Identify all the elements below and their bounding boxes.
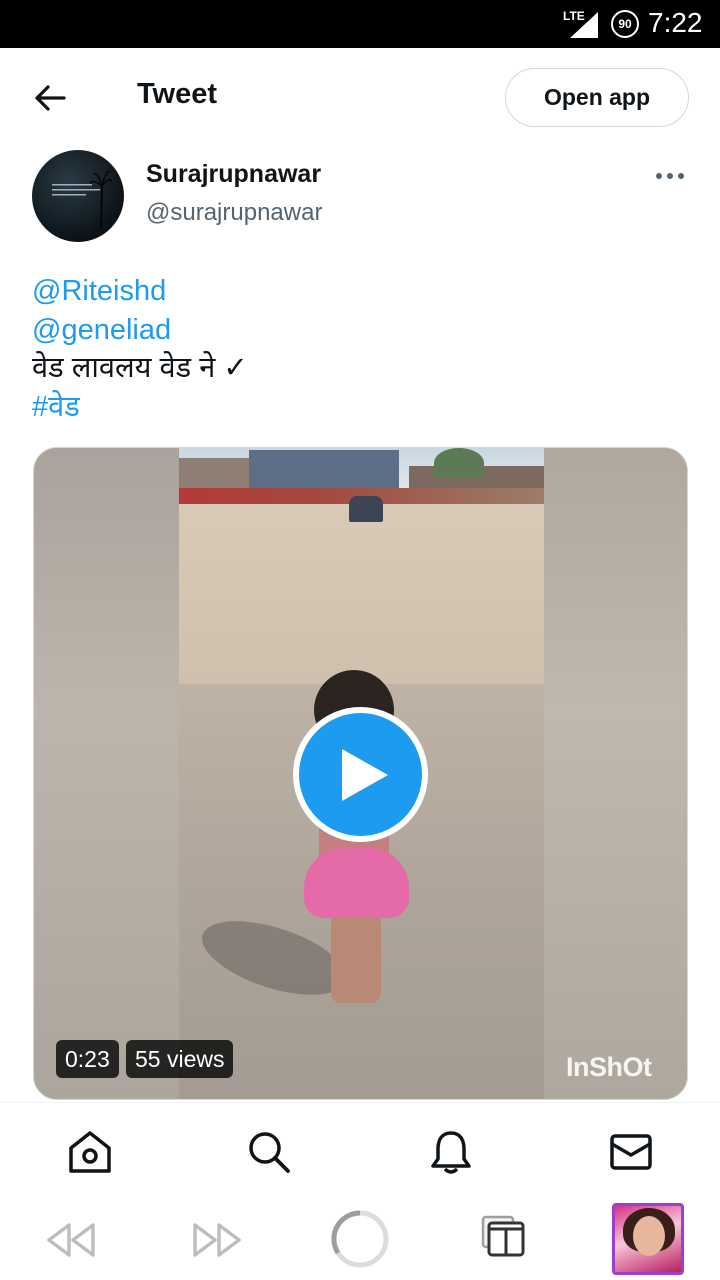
- tab-thumbnail[interactable]: [612, 1203, 684, 1275]
- tweet-body-text: वेड लावलय वेड ने ✓: [32, 352, 248, 384]
- home-tab[interactable]: [67, 1129, 113, 1175]
- play-button[interactable]: [293, 707, 428, 842]
- palm-tree-icon: [90, 170, 112, 228]
- page-title: Tweet: [137, 78, 218, 110]
- notifications-icon: [431, 1131, 471, 1174]
- hashtag-link[interactable]: #वेड: [32, 388, 248, 427]
- search-tab[interactable]: [246, 1129, 292, 1175]
- inshot-watermark: InShOt: [566, 1052, 652, 1082]
- messages-icon: [610, 1134, 652, 1170]
- avatar[interactable]: [32, 150, 124, 242]
- back-button[interactable]: [30, 78, 70, 118]
- tabs-button[interactable]: [480, 1214, 528, 1258]
- dot-icon: [656, 173, 662, 179]
- home-circle-button[interactable]: [330, 1209, 390, 1269]
- status-bar: LTE 90 7:22: [0, 0, 720, 48]
- mention-link[interactable]: @geneliad: [32, 311, 248, 350]
- home-icon: [69, 1131, 111, 1173]
- video-duration: 0:23: [56, 1040, 119, 1078]
- messages-tab[interactable]: [608, 1129, 654, 1175]
- view-count: 55 views: [126, 1040, 234, 1078]
- display-name[interactable]: Surajrupnawar: [146, 160, 321, 189]
- top-bar: Tweet Open app: [0, 48, 720, 148]
- battery-icon: 90: [611, 10, 639, 38]
- rewind-icon: [47, 1223, 95, 1257]
- tabs-icon: [481, 1215, 525, 1257]
- search-icon: [249, 1132, 290, 1173]
- open-app-button[interactable]: Open app: [505, 68, 689, 127]
- video-player[interactable]: 0:23 55 views InShOt: [33, 447, 688, 1100]
- rewind-button[interactable]: [44, 1220, 98, 1260]
- browser-nav-bar: [0, 1200, 720, 1280]
- more-options-icon[interactable]: [652, 164, 688, 188]
- video-blur-right: [542, 448, 687, 1099]
- fast-forward-button[interactable]: [190, 1220, 244, 1260]
- back-arrow-icon: [35, 85, 66, 111]
- mention-link[interactable]: @Riteishd: [32, 272, 248, 311]
- signal-icon: [570, 12, 598, 38]
- dot-icon: [667, 173, 673, 179]
- video-blur-left: [34, 448, 179, 1099]
- fast-forward-icon: [193, 1223, 241, 1257]
- dot-icon: [678, 173, 684, 179]
- notifications-tab[interactable]: [428, 1129, 474, 1175]
- bottom-tab-bar: [0, 1102, 720, 1200]
- tweet-text: @Riteishd @geneliad वेड लावलय वेड ने ✓ #…: [32, 272, 248, 426]
- clock: 7:22: [648, 7, 703, 38]
- play-icon: [341, 748, 388, 801]
- username[interactable]: @surajrupnawar: [146, 199, 322, 227]
- loading-icon: [331, 1210, 389, 1268]
